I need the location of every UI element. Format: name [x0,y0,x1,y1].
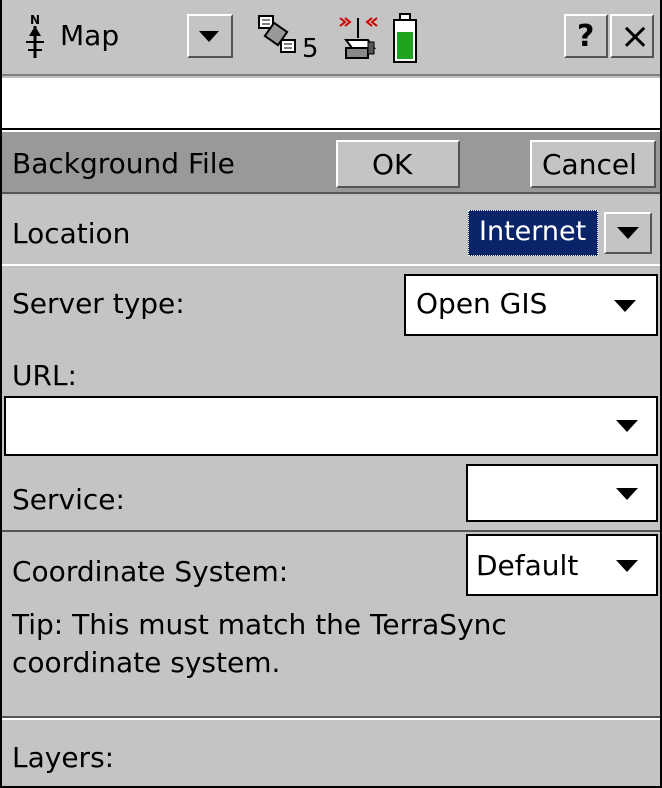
location-dropdown-button[interactable] [604,212,652,254]
ok-button[interactable]: OK [336,140,460,188]
server-type-value: Open GIS [416,287,548,320]
status-bar [2,78,660,130]
location-value-box: Internet [468,210,598,256]
form-header: Background File OK Cancel [2,130,660,194]
chevron-down-icon [199,31,221,43]
help-label: ? [577,19,595,54]
close-icon: × [620,16,651,57]
form-title: Background File [12,147,235,180]
layers-label: Layers: [12,741,115,774]
cancel-label: Cancel [542,148,637,181]
coordinate-system-select[interactable]: Default [466,534,658,596]
chevron-down-icon [616,488,638,500]
coordinate-system-value: Default [476,549,579,582]
section-selector[interactable]: N Map [8,10,178,64]
close-button[interactable]: × [610,14,654,58]
cancel-button[interactable]: Cancel [530,140,656,188]
form-body: Server type: Open GIS URL: Service: Coor [2,268,660,716]
url-combo[interactable] [4,396,658,456]
location-label: Location [12,217,131,250]
layers-row: Layers: [2,718,660,786]
battery-icon[interactable] [392,12,418,64]
antenna-signal-icon[interactable] [338,14,380,62]
service-select[interactable] [466,464,658,522]
satellite-status-icon[interactable] [254,12,300,62]
section-dropdown-button[interactable] [187,14,233,58]
location-value: Internet [479,216,587,247]
satellite-count: 5 [302,34,319,64]
chevron-down-icon [614,300,636,312]
help-button[interactable]: ? [564,14,608,58]
server-type-select[interactable]: Open GIS [404,274,658,336]
ok-label: OK [372,148,413,181]
section-label: Map [60,19,120,52]
coordinate-system-label: Coordinate System: [12,555,289,588]
chevron-down-icon [616,420,638,432]
server-type-label: Server type: [12,287,185,320]
location-select[interactable]: Internet [468,210,654,256]
svg-text:N: N [30,13,40,27]
north-arrow-icon: N [22,12,48,62]
location-row: Location Internet [2,196,660,266]
section-divider [2,530,660,532]
service-label: Service: [12,483,125,516]
toolbar: N Map 5 ? × [2,0,660,76]
chevron-down-icon [616,560,638,572]
app-window: N Map 5 ? × Background File OK Cancel Lo… [0,0,662,788]
chevron-down-icon [617,227,639,239]
tip-text: Tip: This must match the TerraSync coord… [12,608,507,679]
url-label: URL: [12,359,77,392]
